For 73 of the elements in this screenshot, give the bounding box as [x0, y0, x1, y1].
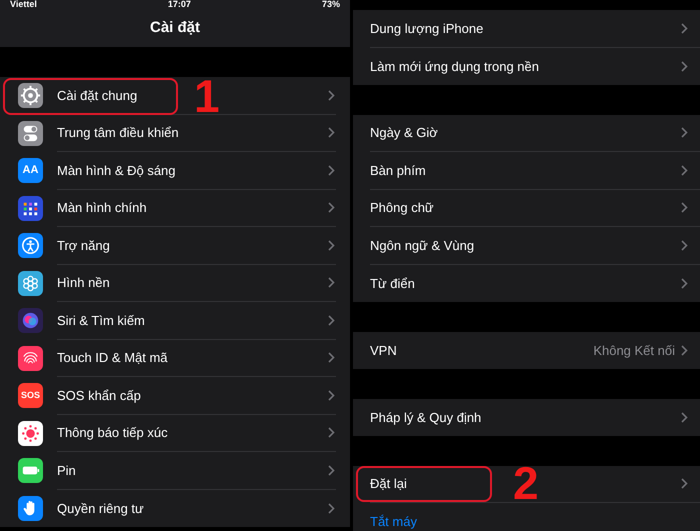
- chevron-icon: [328, 464, 335, 476]
- chevron-icon: [328, 390, 335, 401]
- settings-row[interactable]: Hình nền: [0, 264, 350, 302]
- settings-row[interactable]: Trợ năng: [0, 227, 350, 264]
- carrier-name: Viettel: [10, 0, 37, 9]
- chevron-icon: [328, 164, 335, 176]
- setting-label: VPN: [370, 342, 397, 360]
- clock-time: 17:07: [168, 0, 191, 9]
- chevron-icon: [681, 202, 688, 214]
- setting-label: Bàn phím: [370, 162, 426, 180]
- settings-row[interactable]: Từ điển: [353, 264, 700, 302]
- settings-row[interactable]: Ngôn ngữ & Vùng: [353, 227, 700, 264]
- setting-label: Làm mới ứng dụng trong nền: [370, 58, 539, 76]
- settings-row[interactable]: Siri & Tìm kiếm: [0, 302, 350, 340]
- shut-down-link[interactable]: Tắt máy: [353, 503, 700, 531]
- settings-row[interactable]: AA Màn hình & Độ sáng: [0, 152, 350, 190]
- setting-label: Touch ID & Mật mã: [57, 349, 168, 367]
- setting-label: Màn hình & Độ sáng: [57, 162, 176, 180]
- settings-row[interactable]: Phông chữ: [353, 190, 700, 227]
- chevron-icon: [328, 277, 335, 288]
- setting-label: Đặt lại: [370, 475, 407, 493]
- setting-label: Trợ năng: [57, 236, 110, 255]
- setting-label: Dung lượng iPhone: [370, 20, 484, 38]
- page-title: Cài đặt: [150, 18, 200, 38]
- battery-percent: 73%: [322, 0, 340, 9]
- setting-label: Trung tâm điều khiển: [57, 124, 179, 142]
- setting-label: Ngôn ngữ & Vùng: [370, 236, 474, 255]
- icon-label: AA: [22, 165, 38, 176]
- chevron-icon: [328, 127, 335, 138]
- setting-label: Cài đặt chung: [57, 86, 138, 105]
- settings-row[interactable]: Pháp lý & Quy định: [353, 398, 700, 436]
- settings-row[interactable]: Màn hình chính: [0, 190, 350, 227]
- settings-row[interactable]: SOS SOS khẩn cấp: [0, 377, 350, 414]
- settings-row[interactable]: Thông báo tiếp xúc: [0, 414, 350, 452]
- setting-label: Ngày & Giờ: [370, 124, 438, 142]
- icon-label: SOS: [20, 391, 40, 400]
- setting-label: Pháp lý & Quy định: [370, 408, 482, 427]
- settings-row[interactable]: Bàn phím: [353, 152, 700, 190]
- settings-row[interactable]: Đặt lại 2: [353, 466, 700, 503]
- settings-row[interactable]: Dung lượng iPhone: [353, 10, 700, 48]
- chevron-icon: [328, 427, 335, 438]
- chevron-icon: [328, 314, 335, 326]
- chevron-icon: [681, 127, 688, 138]
- chevron-icon: [681, 60, 688, 72]
- setting-label: Quyền riêng tư: [57, 500, 144, 518]
- setting-label: Pin: [57, 462, 76, 480]
- setting-label: SOS khẩn cấp: [57, 386, 141, 405]
- setting-label: Phông chữ: [370, 199, 434, 217]
- chevron-icon: [328, 202, 335, 214]
- setting-label: Thông báo tiếp xúc: [57, 424, 168, 442]
- setting-label: Siri & Tìm kiếm: [57, 312, 145, 330]
- chevron-icon: [681, 22, 688, 34]
- chevron-icon: [681, 412, 688, 423]
- chevron-icon: [681, 240, 688, 251]
- chevron-icon: [681, 278, 688, 289]
- chevron-icon: [328, 90, 335, 101]
- chevron-icon: [681, 164, 688, 176]
- setting-label: Từ điển: [370, 274, 415, 292]
- chevron-icon: [681, 478, 688, 490]
- setting-label: Hình nền: [57, 274, 110, 292]
- setting-label: Tắt máy: [370, 513, 417, 531]
- chevron-icon: [328, 240, 335, 251]
- setting-value: Không Kết nối: [593, 342, 675, 360]
- chevron-icon: [681, 344, 688, 356]
- chevron-icon: [328, 502, 335, 514]
- chevron-icon: [328, 352, 335, 364]
- setting-label: Màn hình chính: [57, 199, 147, 217]
- settings-row[interactable]: Quyền riêng tư: [0, 490, 350, 527]
- settings-row[interactable]: Ngày & Giờ: [353, 114, 700, 152]
- settings-row[interactable]: Làm mới ứng dụng trong nền: [353, 48, 700, 85]
- settings-row[interactable]: Pin: [0, 452, 350, 490]
- settings-row[interactable]: VPN Không Kết nối: [353, 332, 700, 369]
- settings-row[interactable]: Touch ID & Mật mã: [0, 340, 350, 377]
